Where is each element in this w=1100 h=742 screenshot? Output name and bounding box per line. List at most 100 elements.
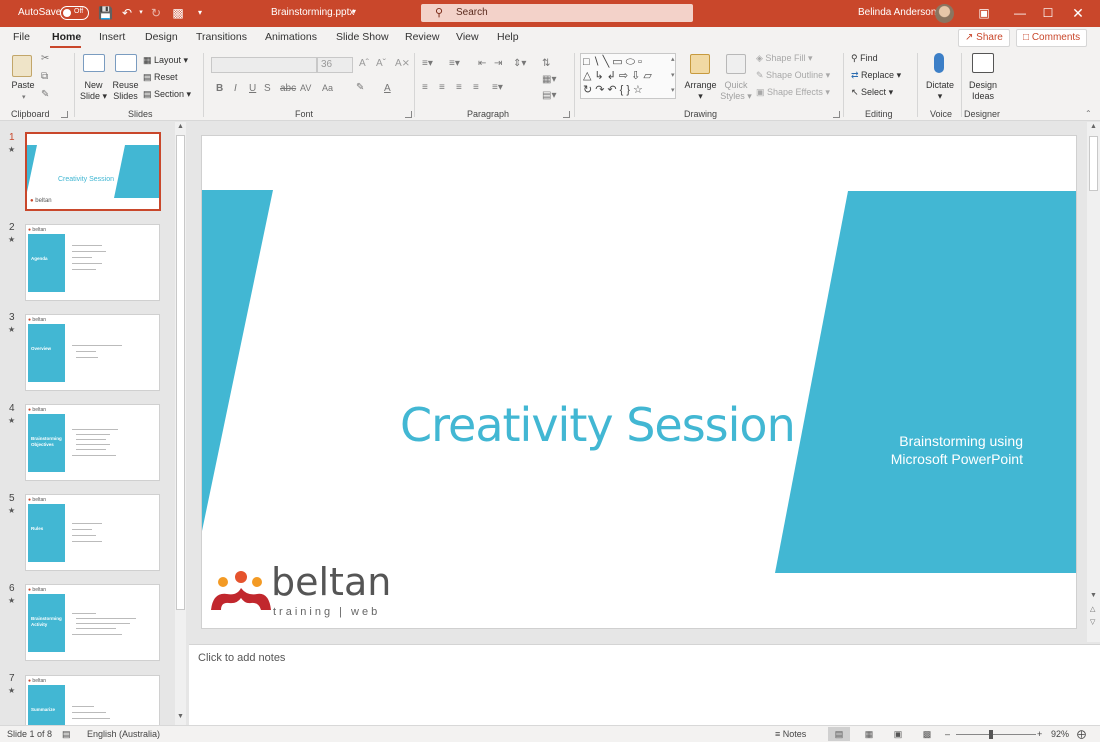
align-center-icon[interactable]: ≡ — [439, 82, 445, 93]
slide-sorter-icon[interactable]: ▦ — [858, 727, 880, 741]
thumbnail-scrollbar[interactable]: ▲ ▼ — [175, 122, 186, 725]
gallery-up-icon[interactable]: ▴ — [671, 55, 675, 63]
underline-icon[interactable]: U — [249, 83, 256, 94]
align-right-icon[interactable]: ≡ — [456, 82, 462, 93]
strikethrough-icon[interactable]: abc — [280, 83, 296, 94]
reuse-slides-button[interactable]: Reuse Slides — [112, 80, 139, 102]
arrange-button[interactable]: Arrange ▾ — [684, 80, 717, 102]
scroll-up-icon[interactable]: ▲ — [1090, 123, 1097, 130]
tab-insert[interactable]: Insert — [99, 31, 125, 43]
increase-indent-icon[interactable]: ⇥ — [494, 58, 502, 69]
slide-thumbnail-4[interactable]: ● beltan Brainstorming Objectives — [26, 405, 159, 480]
slide-thumbnail-1[interactable]: Creativity Session ● beltan — [27, 134, 159, 209]
italic-icon[interactable]: I — [234, 83, 237, 94]
scroll-down-icon[interactable]: ▼ — [177, 713, 184, 720]
tab-design[interactable]: Design — [145, 31, 178, 43]
numbering-icon[interactable]: ≡▾ — [449, 58, 460, 69]
paste-button[interactable]: Paste — [10, 80, 36, 91]
copy-icon[interactable]: ⧉ — [41, 71, 48, 82]
tab-review[interactable]: Review — [405, 31, 439, 43]
find-button[interactable]: ⚲ Find — [851, 53, 878, 64]
increase-font-icon[interactable]: Aˆ — [359, 58, 369, 69]
undo-dropdown-icon[interactable]: ▾ — [134, 6, 148, 20]
format-painter-icon[interactable]: ✎ — [41, 89, 49, 100]
slide-thumbnail-2[interactable]: ● beltan Agenda — [26, 225, 159, 300]
close-icon[interactable]: ✕ — [1064, 4, 1092, 22]
char-spacing-icon[interactable]: AV — [300, 83, 311, 93]
shape-outline-button[interactable]: ✎ Shape Outline ▾ — [756, 70, 830, 81]
smartart-icon[interactable]: ▤▾ — [542, 90, 556, 101]
current-slide[interactable]: Creativity Session Brainstorming using M… — [202, 136, 1076, 628]
replace-button[interactable]: ⇄ Replace ▾ — [851, 70, 901, 81]
filename-dropdown-icon[interactable]: ▾ — [352, 7, 356, 16]
gallery-down-icon[interactable]: ▾ — [671, 71, 675, 79]
share-button[interactable]: ↗ Share — [958, 29, 1010, 47]
slide-thumbnail-3[interactable]: ● beltan Overview — [26, 315, 159, 390]
change-case-icon[interactable]: Aa — [322, 83, 333, 93]
zoom-slider-thumb[interactable] — [989, 730, 993, 739]
normal-view-icon[interactable]: ▤ — [828, 727, 850, 741]
next-slide-icon[interactable]: ▽ — [1090, 618, 1095, 626]
tab-home[interactable]: Home — [52, 31, 81, 43]
scroll-down-icon[interactable]: ▼ — [1090, 592, 1097, 599]
tab-transitions[interactable]: Transitions — [196, 31, 247, 43]
paragraph-launcher-icon[interactable] — [563, 111, 570, 118]
design-ideas-button[interactable]: Design Ideas — [967, 80, 999, 102]
decrease-font-icon[interactable]: Aˇ — [376, 58, 386, 69]
thumbnail-scroll-thumb[interactable] — [176, 135, 185, 610]
customize-toolbar-icon[interactable]: ▾ — [193, 6, 207, 20]
tab-help[interactable]: Help — [497, 31, 519, 43]
zoom-in-icon[interactable]: + — [1037, 729, 1042, 739]
comments-button[interactable]: □ Comments — [1016, 29, 1088, 47]
present-icon[interactable]: ▩ — [171, 6, 185, 20]
shape-fill-button[interactable]: ◈ Shape Fill ▾ — [756, 53, 812, 64]
font-size-combo[interactable]: 36 — [317, 57, 353, 73]
highlight-icon[interactable]: ✎ — [356, 82, 364, 93]
notes-toggle[interactable]: ≡ Notes — [775, 729, 806, 739]
font-color-icon[interactable]: A — [384, 83, 391, 94]
tab-animations[interactable]: Animations — [265, 31, 317, 43]
minimize-icon[interactable]: — — [1006, 4, 1034, 22]
zoom-slider-track[interactable] — [956, 734, 1036, 735]
slide-thumbnail-7[interactable]: ● beltan Summarize — [26, 676, 159, 725]
autosave-toggle[interactable]: Off — [60, 6, 89, 20]
redo-icon[interactable]: ↻ — [149, 6, 163, 20]
shapes-gallery[interactable]: □∖╲▭⬭▫ △↳↲⇨⇩▱ ↻↷↶{}☆ — [580, 53, 676, 99]
accessibility-icon[interactable]: ▤ — [62, 729, 71, 740]
editor-scroll-thumb[interactable] — [1089, 136, 1098, 191]
section-button[interactable]: ▤ Section ▾ — [143, 89, 191, 100]
clipboard-launcher-icon[interactable] — [61, 111, 68, 118]
tab-view[interactable]: View — [456, 31, 479, 43]
slide-thumbnail-5[interactable]: ● beltan Rules — [26, 495, 159, 570]
columns-icon[interactable]: ≡▾ — [492, 82, 503, 93]
quick-styles-button[interactable]: Quick Styles ▾ — [720, 80, 752, 102]
undo-icon[interactable]: ↶ — [120, 6, 134, 20]
tab-slide-show[interactable]: Slide Show — [336, 31, 389, 43]
justify-icon[interactable]: ≡ — [473, 82, 479, 93]
bullets-icon[interactable]: ≡▾ — [422, 58, 433, 69]
shape-effects-button[interactable]: ▣ Shape Effects ▾ — [756, 87, 830, 98]
slide-title[interactable]: Creativity Session — [400, 398, 796, 452]
reset-button[interactable]: ▤ Reset — [143, 72, 178, 83]
select-button[interactable]: ↖ Select ▾ — [851, 87, 893, 98]
decrease-indent-icon[interactable]: ⇤ — [478, 58, 486, 69]
tab-file[interactable]: File — [13, 31, 30, 43]
search-box[interactable]: ⚲ Search — [421, 4, 693, 22]
fit-to-window-icon[interactable]: ⨁ — [1077, 729, 1086, 740]
drawing-launcher-icon[interactable] — [833, 111, 840, 118]
slide-subtitle[interactable]: Brainstorming using Microsoft PowerPoint — [891, 432, 1023, 468]
align-left-icon[interactable]: ≡ — [422, 82, 428, 93]
zoom-out-icon[interactable]: – — [945, 729, 950, 739]
slide-thumbnail-6[interactable]: ● beltan Brainstorming Activity — [26, 585, 159, 660]
save-icon[interactable]: 💾 — [98, 6, 113, 20]
slideshow-view-icon[interactable]: ▩ — [916, 727, 938, 741]
scroll-up-icon[interactable]: ▲ — [177, 123, 184, 130]
font-launcher-icon[interactable] — [405, 111, 412, 118]
clear-formatting-icon[interactable]: A⨯ — [395, 58, 410, 69]
layout-button[interactable]: ▦ Layout ▾ — [143, 55, 188, 66]
shadow-icon[interactable]: S — [264, 83, 271, 94]
previous-slide-icon[interactable]: △ — [1090, 605, 1095, 613]
collapse-ribbon-icon[interactable]: ⌃ — [1085, 109, 1092, 118]
user-name[interactable]: Belinda Anderson — [858, 7, 936, 18]
ribbon-display-icon[interactable]: ▣ — [970, 4, 998, 22]
